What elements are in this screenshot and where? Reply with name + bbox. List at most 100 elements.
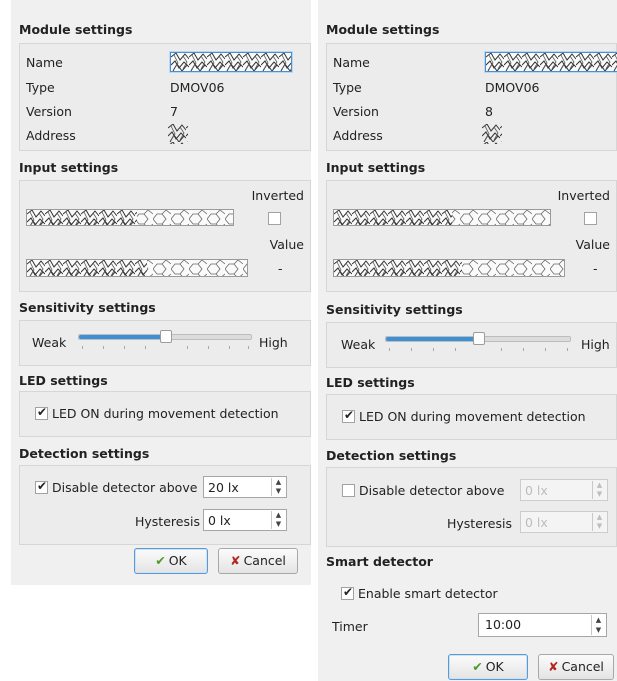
value-label: Value <box>575 237 610 252</box>
right-dialog: Module settings Name Type DMOV06 Version… <box>318 0 617 681</box>
disable-detector-label: Disable detector above <box>359 483 505 498</box>
spin-arrows-icon[interactable]: ▲ ▼ <box>271 511 285 529</box>
led-settings-title: LED settings <box>19 373 108 388</box>
input-settings-group: Inverted Value - <box>19 180 311 292</box>
enable-smart-detector-checkbox[interactable] <box>341 585 354 600</box>
timer-value: 10:00 <box>485 617 522 632</box>
timer-spinbox[interactable]: 10:00 ▲ ▼ <box>478 613 607 637</box>
value-label: Value <box>269 237 304 252</box>
name-input[interactable] <box>485 52 617 72</box>
version-label: Version <box>333 104 379 119</box>
ok-button-label: OK <box>485 659 504 674</box>
cancel-button-label: Cancel <box>561 659 604 674</box>
module-settings-title: Module settings <box>19 22 133 37</box>
input-value-field[interactable] <box>26 259 248 277</box>
spin-arrows-icon[interactable]: ▲ ▼ <box>592 481 606 499</box>
slider-tick <box>229 346 230 349</box>
ok-button[interactable]: ✔ OK <box>448 654 528 680</box>
hysteresis-value: 0 lx <box>208 513 231 528</box>
module-settings-group: Name Type DMOV06 Version 8 Address <box>326 43 617 151</box>
sensitivity-group: Weak High <box>326 322 617 368</box>
high-label: High <box>259 335 288 350</box>
led-checkbox[interactable] <box>342 408 355 423</box>
disable-detector-spinbox[interactable]: 20 lx ▲ ▼ <box>203 476 287 498</box>
disable-detector-spinbox[interactable]: 0 lx ▲ ▼ <box>520 479 608 501</box>
inverted-checkbox[interactable] <box>268 212 281 225</box>
weak-label: Weak <box>32 335 67 350</box>
spin-arrows-icon[interactable]: ▲ ▼ <box>271 478 285 496</box>
input-settings-group: Inverted Value - <box>326 180 617 292</box>
spin-arrows-icon[interactable]: ▲ ▼ <box>592 513 606 531</box>
ok-button[interactable]: ✔ OK <box>134 548 208 574</box>
slider-tick <box>545 348 546 351</box>
version-label: Version <box>26 104 72 119</box>
disable-detector-checkbox[interactable] <box>35 479 48 494</box>
inverted-label: Inverted <box>557 188 610 203</box>
type-label: Type <box>26 80 55 95</box>
disable-detector-value: 20 lx <box>208 480 239 495</box>
type-label: Type <box>333 80 362 95</box>
disable-detector-label: Disable detector above <box>52 480 198 495</box>
left-dialog: Module settings Name Type DMOV06 Version… <box>11 0 311 585</box>
module-settings-title: Module settings <box>326 22 440 37</box>
slider-tick <box>567 348 568 351</box>
slider-tick <box>103 346 104 349</box>
address-label: Address <box>26 128 76 143</box>
version-value: 8 <box>485 104 493 119</box>
input-value-text: - <box>278 261 283 276</box>
detection-settings-title: Detection settings <box>19 446 150 461</box>
sensitivity-slider-fill <box>79 335 165 339</box>
detection-group: Disable detector above 0 lx ▲ ▼ Hysteresi… <box>326 467 617 547</box>
slider-tick <box>248 346 249 349</box>
ok-hand-icon: ✔ <box>472 659 483 674</box>
input-value-text: - <box>593 261 598 276</box>
obfuscated-address-icon <box>482 124 502 144</box>
spin-arrows-icon[interactable]: ▲ ▼ <box>591 615 605 635</box>
inverted-label: Inverted <box>251 188 304 203</box>
cancel-button[interactable]: ✘ Cancel <box>538 654 614 680</box>
sensitivity-slider-handle[interactable] <box>473 332 485 345</box>
slider-tick <box>433 348 434 351</box>
slider-tick <box>187 346 188 349</box>
type-value: DMOV06 <box>485 80 540 95</box>
slider-tick <box>389 348 390 351</box>
address-label: Address <box>333 128 383 143</box>
sensitivity-settings-title: Sensitivity settings <box>19 300 156 315</box>
sensitivity-slider-handle[interactable] <box>160 330 172 343</box>
disable-detector-checkbox[interactable] <box>342 484 355 497</box>
slider-tick <box>208 346 209 349</box>
led-checkbox-label: LED ON during movement detection <box>52 406 279 421</box>
slider-tick <box>82 346 83 349</box>
input-name-field[interactable] <box>333 209 551 226</box>
smart-detector-group: Enable smart detector Timer 10:00 ▲▼ <box>326 573 617 649</box>
hysteresis-spinbox[interactable]: 0 lx ▲ ▼ <box>203 509 287 531</box>
x-icon: ✘ <box>230 553 241 568</box>
slider-tick <box>411 348 412 351</box>
slider-tick <box>455 348 456 351</box>
name-label: Name <box>333 55 370 70</box>
sensitivity-slider-fill <box>386 337 478 341</box>
hysteresis-value: 0 lx <box>525 515 548 530</box>
module-settings-group: Name Type DMOV06 Version 7 Address <box>19 43 311 151</box>
cancel-button-label: Cancel <box>243 553 286 568</box>
ok-button-label: OK <box>168 553 187 568</box>
slider-tick <box>124 346 125 349</box>
name-label: Name <box>26 55 63 70</box>
name-input[interactable] <box>170 52 292 72</box>
led-group: LED ON during movement detection <box>19 391 311 437</box>
hysteresis-label: Hysteresis <box>135 514 200 529</box>
led-checkbox-label: LED ON during movement detection <box>359 409 586 424</box>
version-value: 7 <box>170 104 178 119</box>
sensitivity-settings-title: Sensitivity settings <box>326 302 463 317</box>
hysteresis-spinbox[interactable]: 0 lx ▲ ▼ <box>520 511 608 533</box>
input-name-field[interactable] <box>26 209 234 226</box>
sensitivity-group: Weak High <box>19 320 311 366</box>
high-label: High <box>581 337 610 352</box>
cancel-button[interactable]: ✘ Cancel <box>218 548 298 574</box>
inverted-checkbox[interactable] <box>584 212 597 225</box>
led-checkbox[interactable] <box>35 405 48 420</box>
type-value: DMOV06 <box>170 80 225 95</box>
input-settings-title: Input settings <box>19 160 119 175</box>
obfuscated-address-icon <box>168 124 188 144</box>
input-value-field[interactable] <box>333 259 565 277</box>
